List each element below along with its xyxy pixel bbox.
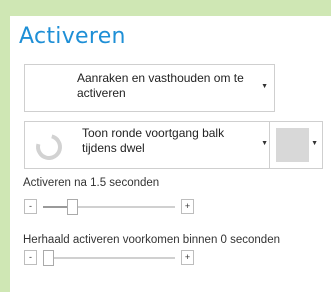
spinner-icon bbox=[31, 129, 67, 165]
repeat-prevent-slider-thumb[interactable] bbox=[43, 250, 54, 266]
repeat-prevent-label: Herhaald activeren voorkomen binnen 0 se… bbox=[23, 234, 280, 246]
activate-after-decrease-button[interactable]: - bbox=[24, 199, 37, 214]
activate-after-slider-thumb[interactable] bbox=[67, 199, 79, 215]
activation-mode-dropdown[interactable]: Aanraken en vasthouden om te activeren ▼ bbox=[24, 64, 275, 112]
color-swatch bbox=[276, 128, 309, 162]
activate-after-slider-row: - + bbox=[24, 199, 194, 215]
repeat-prevent-decrease-button[interactable]: - bbox=[24, 250, 37, 265]
chevron-down-icon: ▼ bbox=[261, 83, 268, 90]
progress-color-picker[interactable]: ▼ bbox=[269, 121, 323, 169]
repeat-prevent-increase-button[interactable]: + bbox=[181, 250, 194, 265]
section-title: Activeren bbox=[19, 24, 126, 49]
chevron-down-icon: ▼ bbox=[311, 140, 318, 147]
progress-style-dropdown[interactable]: Toon ronde voortgang balk tijdens dwel ▼ bbox=[24, 121, 275, 169]
activate-after-label: Activeren na 1.5 seconden bbox=[23, 177, 160, 189]
chevron-down-icon: ▼ bbox=[261, 140, 268, 147]
progress-style-value: Toon ronde voortgang balk tijdens dwel bbox=[82, 126, 225, 155]
activate-after-track-fill bbox=[43, 206, 68, 208]
repeat-prevent-track[interactable] bbox=[43, 257, 175, 259]
activate-after-increase-button[interactable]: + bbox=[181, 199, 194, 214]
activation-mode-value: Aanraken en vasthouden om te activeren bbox=[77, 71, 244, 100]
repeat-prevent-slider-row: - + bbox=[24, 250, 194, 266]
activation-settings-panel: Activeren Aanraken en vasthouden om te a… bbox=[10, 16, 331, 292]
